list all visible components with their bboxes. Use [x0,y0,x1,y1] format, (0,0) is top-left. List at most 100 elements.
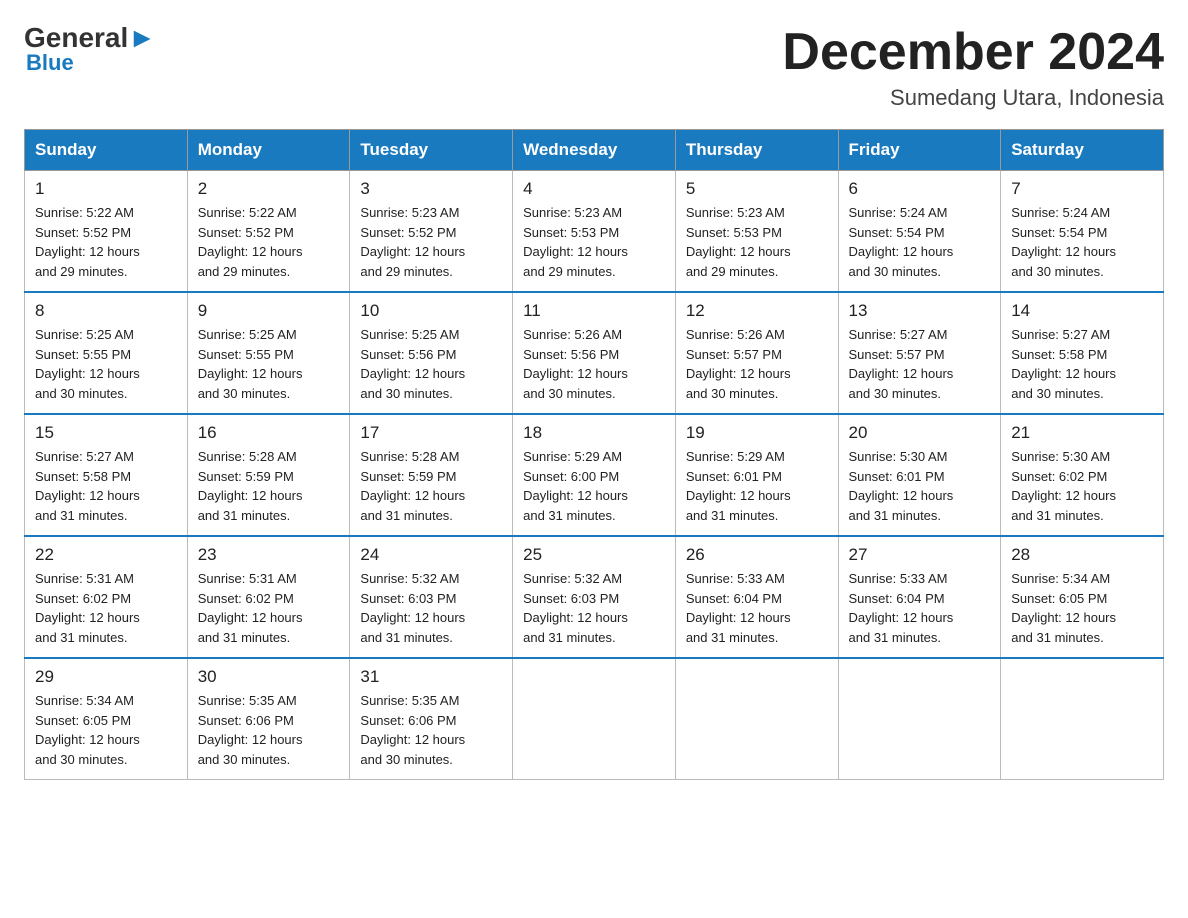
day-info: Sunrise: 5:35 AM Sunset: 6:06 PM Dayligh… [198,691,340,769]
day-number: 7 [1011,179,1153,199]
day-info: Sunrise: 5:33 AM Sunset: 6:04 PM Dayligh… [686,569,828,647]
calendar-header: SundayMondayTuesdayWednesdayThursdayFrid… [25,130,1164,171]
day-number: 2 [198,179,340,199]
calendar-cell: 12Sunrise: 5:26 AM Sunset: 5:57 PM Dayli… [675,292,838,414]
calendar-cell: 24 Sunrise: 5:32 AM Sunset: 6:03 PM Dayli… [350,536,513,658]
page-title: December 2024 [782,24,1164,81]
calendar-cell: 23 Sunrise: 5:31 AM Sunset: 6:02 PM Dayli… [187,536,350,658]
calendar-header-cell: Thursday [675,130,838,171]
calendar-row: 15 Sunrise: 5:27 AM Sunset: 5:58 PM Dayli… [25,414,1164,536]
day-number: 23 [198,545,340,565]
calendar-cell [1001,658,1164,780]
day-info: Sunrise: 5:23 AM Sunset: 5:53 PM Dayligh… [523,203,665,281]
calendar-cell: 15 Sunrise: 5:27 AM Sunset: 5:58 PM Dayli… [25,414,188,536]
day-info: Sunrise: 5:34 AM Sunset: 6:05 PM Dayligh… [1011,569,1153,647]
day-info: Sunrise: 5:23 AM Sunset: 5:52 PM Dayligh… [360,203,502,281]
day-info: Sunrise: 5:29 AM Sunset: 6:00 PM Dayligh… [523,447,665,525]
calendar-header-cell: Saturday [1001,130,1164,171]
calendar-cell: 3 Sunrise: 5:23 AM Sunset: 5:52 PM Daylig… [350,171,513,293]
calendar-cell: 4 Sunrise: 5:23 AM Sunset: 5:53 PM Daylig… [513,171,676,293]
calendar-cell: 29 Sunrise: 5:34 AM Sunset: 6:05 PM Dayli… [25,658,188,780]
day-number: 16 [198,423,340,443]
day-info: Sunrise: 5:31 AM Sunset: 6:02 PM Dayligh… [198,569,340,647]
calendar-cell: 20 Sunrise: 5:30 AM Sunset: 6:01 PM Dayli… [838,414,1001,536]
day-info: Sunrise: 5:25 AM Sunset: 5:55 PM Dayligh… [198,325,340,403]
logo-arrow-shape: ► [128,22,156,53]
calendar-cell: 16 Sunrise: 5:28 AM Sunset: 5:59 PM Dayli… [187,414,350,536]
day-info: Sunrise: 5:31 AM Sunset: 6:02 PM Dayligh… [35,569,177,647]
day-info: Sunrise: 5:34 AM Sunset: 6:05 PM Dayligh… [35,691,177,769]
logo-text-bottom: Blue [26,50,74,76]
calendar-cell [513,658,676,780]
calendar-row: 1 Sunrise: 5:22 AM Sunset: 5:52 PM Daylig… [25,171,1164,293]
calendar-cell: 11Sunrise: 5:26 AM Sunset: 5:56 PM Dayli… [513,292,676,414]
day-number: 1 [35,179,177,199]
day-number: 18 [523,423,665,443]
header: General► Blue December 2024 Sumedang Uta… [24,24,1164,111]
logo: General► Blue [24,24,156,76]
calendar-header-cell: Monday [187,130,350,171]
calendar-cell: 21Sunrise: 5:30 AM Sunset: 6:02 PM Dayli… [1001,414,1164,536]
day-number: 17 [360,423,502,443]
day-number: 6 [849,179,991,199]
day-info: Sunrise: 5:28 AM Sunset: 5:59 PM Dayligh… [360,447,502,525]
day-info: Sunrise: 5:25 AM Sunset: 5:56 PM Dayligh… [360,325,502,403]
calendar-cell: 1 Sunrise: 5:22 AM Sunset: 5:52 PM Daylig… [25,171,188,293]
day-info: Sunrise: 5:22 AM Sunset: 5:52 PM Dayligh… [35,203,177,281]
calendar-cell: 9 Sunrise: 5:25 AM Sunset: 5:55 PM Daylig… [187,292,350,414]
calendar-body: 1 Sunrise: 5:22 AM Sunset: 5:52 PM Daylig… [25,171,1164,780]
calendar-header-cell: Tuesday [350,130,513,171]
calendar-table: SundayMondayTuesdayWednesdayThursdayFrid… [24,129,1164,780]
calendar-row: 22 Sunrise: 5:31 AM Sunset: 6:02 PM Dayli… [25,536,1164,658]
calendar-cell: 25 Sunrise: 5:32 AM Sunset: 6:03 PM Dayli… [513,536,676,658]
day-info: Sunrise: 5:24 AM Sunset: 5:54 PM Dayligh… [1011,203,1153,281]
day-number: 26 [686,545,828,565]
day-number: 24 [360,545,502,565]
calendar-cell: 13 Sunrise: 5:27 AM Sunset: 5:57 PM Dayli… [838,292,1001,414]
day-number: 22 [35,545,177,565]
day-info: Sunrise: 5:25 AM Sunset: 5:55 PM Dayligh… [35,325,177,403]
calendar-cell [838,658,1001,780]
page-container: General► Blue December 2024 Sumedang Uta… [24,24,1164,780]
day-info: Sunrise: 5:22 AM Sunset: 5:52 PM Dayligh… [198,203,340,281]
calendar-cell: 7 Sunrise: 5:24 AM Sunset: 5:54 PM Daylig… [1001,171,1164,293]
calendar-cell: 30 Sunrise: 5:35 AM Sunset: 6:06 PM Dayli… [187,658,350,780]
day-info: Sunrise: 5:27 AM Sunset: 5:58 PM Dayligh… [35,447,177,525]
day-number: 9 [198,301,340,321]
day-number: 4 [523,179,665,199]
day-info: Sunrise: 5:27 AM Sunset: 5:58 PM Dayligh… [1011,325,1153,403]
day-info: Sunrise: 5:35 AM Sunset: 6:06 PM Dayligh… [360,691,502,769]
day-info: Sunrise: 5:26 AM Sunset: 5:57 PM Dayligh… [686,325,828,403]
day-info: Sunrise: 5:30 AM Sunset: 6:01 PM Dayligh… [849,447,991,525]
day-number: 30 [198,667,340,687]
title-block: December 2024 Sumedang Utara, Indonesia [782,24,1164,111]
calendar-cell: 26 Sunrise: 5:33 AM Sunset: 6:04 PM Dayli… [675,536,838,658]
day-number: 15 [35,423,177,443]
calendar-cell: 28Sunrise: 5:34 AM Sunset: 6:05 PM Dayli… [1001,536,1164,658]
day-info: Sunrise: 5:33 AM Sunset: 6:04 PM Dayligh… [849,569,991,647]
day-info: Sunrise: 5:29 AM Sunset: 6:01 PM Dayligh… [686,447,828,525]
calendar-cell: 18 Sunrise: 5:29 AM Sunset: 6:00 PM Dayli… [513,414,676,536]
day-info: Sunrise: 5:32 AM Sunset: 6:03 PM Dayligh… [360,569,502,647]
day-number: 13 [849,301,991,321]
calendar-cell: 5Sunrise: 5:23 AM Sunset: 5:53 PM Daylig… [675,171,838,293]
day-info: Sunrise: 5:23 AM Sunset: 5:53 PM Dayligh… [686,203,828,281]
day-number: 19 [686,423,828,443]
calendar-cell: 19 Sunrise: 5:29 AM Sunset: 6:01 PM Dayli… [675,414,838,536]
day-info: Sunrise: 5:26 AM Sunset: 5:56 PM Dayligh… [523,325,665,403]
day-info: Sunrise: 5:30 AM Sunset: 6:02 PM Dayligh… [1011,447,1153,525]
day-number: 14 [1011,301,1153,321]
calendar-row: 8 Sunrise: 5:25 AM Sunset: 5:55 PM Daylig… [25,292,1164,414]
day-number: 29 [35,667,177,687]
day-number: 27 [849,545,991,565]
day-number: 25 [523,545,665,565]
calendar-header-cell: Sunday [25,130,188,171]
calendar-cell: 8 Sunrise: 5:25 AM Sunset: 5:55 PM Daylig… [25,292,188,414]
day-number: 3 [360,179,502,199]
day-number: 20 [849,423,991,443]
day-number: 8 [35,301,177,321]
day-info: Sunrise: 5:32 AM Sunset: 6:03 PM Dayligh… [523,569,665,647]
calendar-cell: 31Sunrise: 5:35 AM Sunset: 6:06 PM Dayli… [350,658,513,780]
day-info: Sunrise: 5:27 AM Sunset: 5:57 PM Dayligh… [849,325,991,403]
day-info: Sunrise: 5:28 AM Sunset: 5:59 PM Dayligh… [198,447,340,525]
